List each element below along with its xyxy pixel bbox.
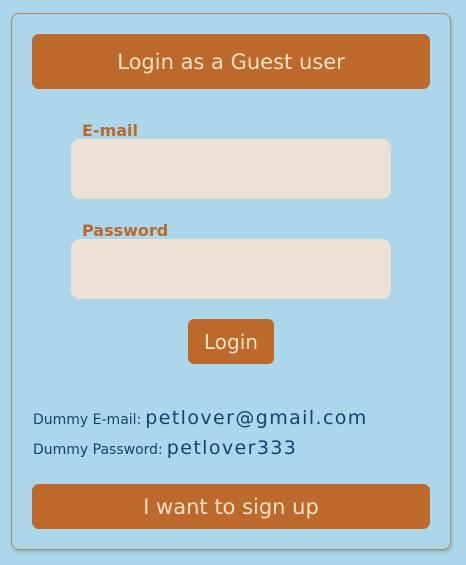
dummy-password-label: Dummy Password:	[33, 442, 163, 458]
login-button[interactable]: Login	[188, 319, 274, 364]
dummy-password-value: petlover333	[166, 437, 298, 459]
dummy-password-row: Dummy Password: petlover333	[33, 437, 297, 459]
email-field[interactable]	[71, 139, 391, 199]
login-card: Login as a Guest user E-mail Password Lo…	[11, 13, 451, 550]
dummy-email-row: Dummy E-mail: petlover@gmail.com	[33, 407, 368, 429]
signup-button[interactable]: I want to sign up	[32, 484, 430, 529]
guest-login-button[interactable]: Login as a Guest user	[32, 34, 430, 89]
dummy-email-label: Dummy E-mail:	[33, 412, 142, 428]
password-label: Password	[82, 221, 169, 240]
password-field[interactable]	[71, 239, 391, 299]
dummy-email-value: petlover@gmail.com	[145, 407, 368, 429]
email-label: E-mail	[82, 121, 139, 140]
